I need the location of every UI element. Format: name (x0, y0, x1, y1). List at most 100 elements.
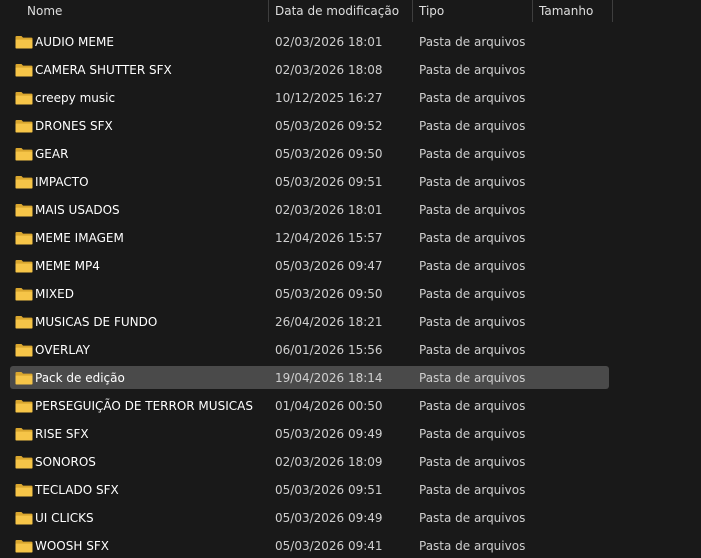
file-list-item[interactable]: MIXED 05/03/2026 09:50 Pasta de arquivos (0, 280, 701, 308)
file-type: Pasta de arquivos (419, 63, 526, 77)
file-date-modified: 05/03/2026 09:50 (275, 147, 383, 161)
folder-icon (15, 428, 33, 441)
file-type: Pasta de arquivos (419, 231, 526, 245)
column-divider-date[interactable] (412, 0, 413, 22)
file-name: WOOSH SFX (35, 539, 109, 553)
file-date-modified: 19/04/2026 18:14 (275, 371, 383, 385)
file-explorer: Nome Data de modificação Tipo Tamanho AU… (0, 0, 701, 558)
file-name: SONOROS (35, 455, 96, 469)
folder-icon (15, 64, 33, 77)
file-name: creepy music (35, 91, 116, 105)
file-type: Pasta de arquivos (419, 287, 526, 301)
file-date-modified: 01/04/2026 00:50 (275, 399, 383, 413)
file-type: Pasta de arquivos (419, 259, 526, 273)
column-header-type[interactable]: Tipo (419, 0, 444, 22)
file-date-modified: 05/03/2026 09:47 (275, 259, 383, 273)
folder-icon (15, 400, 33, 413)
folder-icon (15, 540, 33, 553)
file-date-modified: 02/03/2026 18:01 (275, 35, 383, 49)
file-list: AUDIO MEME 02/03/2026 18:01 Pasta de arq… (0, 28, 701, 558)
file-name: MEME MP4 (35, 259, 100, 273)
file-list-item[interactable]: MAIS USADOS 02/03/2026 18:01 Pasta de ar… (0, 196, 701, 224)
file-date-modified: 05/03/2026 09:41 (275, 539, 383, 553)
file-date-modified: 02/03/2026 18:01 (275, 203, 383, 217)
file-list-item[interactable]: WOOSH SFX 05/03/2026 09:41 Pasta de arqu… (0, 532, 701, 558)
file-date-modified: 02/03/2026 18:08 (275, 63, 383, 77)
folder-icon (15, 288, 33, 301)
column-divider-name[interactable] (268, 0, 269, 22)
file-name: GEAR (35, 147, 69, 161)
file-list-item[interactable]: RISE SFX 05/03/2026 09:49 Pasta de arqui… (0, 420, 701, 448)
folder-icon (15, 512, 33, 525)
file-list-item[interactable]: MEME MP4 05/03/2026 09:47 Pasta de arqui… (0, 252, 701, 280)
folder-icon (15, 120, 33, 133)
file-name: Pack de edição (35, 371, 125, 385)
file-list-item[interactable]: MUSICAS DE FUNDO 26/04/2026 18:21 Pasta … (0, 308, 701, 336)
file-type: Pasta de arquivos (419, 371, 526, 385)
column-header-date[interactable]: Data de modificação (275, 0, 399, 22)
file-type: Pasta de arquivos (419, 511, 526, 525)
column-header-bar: Nome Data de modificação Tipo Tamanho (0, 0, 701, 22)
column-header-name[interactable]: Nome (27, 0, 62, 22)
column-divider-size[interactable] (612, 0, 613, 22)
folder-icon (15, 148, 33, 161)
file-date-modified: 05/03/2026 09:52 (275, 119, 383, 133)
file-list-item[interactable]: DRONES SFX 05/03/2026 09:52 Pasta de arq… (0, 112, 701, 140)
file-date-modified: 06/01/2026 15:56 (275, 343, 383, 357)
file-date-modified: 02/03/2026 18:09 (275, 455, 383, 469)
folder-icon (15, 232, 33, 245)
file-name: TECLADO SFX (35, 483, 119, 497)
file-list-item[interactable]: PERSEGUIÇÃO DE TERROR MUSICAS 01/04/2026… (0, 392, 701, 420)
file-type: Pasta de arquivos (419, 455, 526, 469)
file-name: OVERLAY (35, 343, 90, 357)
file-list-item[interactable]: creepy music 10/12/2025 16:27 Pasta de a… (0, 84, 701, 112)
file-type: Pasta de arquivos (419, 147, 526, 161)
file-name: MUSICAS DE FUNDO (35, 315, 158, 329)
file-list-item[interactable]: MEME IMAGEM 12/04/2026 15:57 Pasta de ar… (0, 224, 701, 252)
file-type: Pasta de arquivos (419, 119, 526, 133)
folder-icon (15, 484, 33, 497)
file-type: Pasta de arquivos (419, 483, 526, 497)
file-type: Pasta de arquivos (419, 203, 526, 217)
file-name: MEME IMAGEM (35, 231, 124, 245)
folder-icon (15, 372, 33, 385)
file-date-modified: 05/03/2026 09:49 (275, 427, 383, 441)
file-type: Pasta de arquivos (419, 91, 526, 105)
file-type: Pasta de arquivos (419, 175, 526, 189)
file-list-item[interactable]: TECLADO SFX 05/03/2026 09:51 Pasta de ar… (0, 476, 701, 504)
file-type: Pasta de arquivos (419, 343, 526, 357)
file-name: AUDIO MEME (35, 35, 114, 49)
column-divider-type[interactable] (532, 0, 533, 22)
file-list-item[interactable]: IMPACTO 05/03/2026 09:51 Pasta de arquiv… (0, 168, 701, 196)
folder-icon (15, 176, 33, 189)
file-list-item[interactable]: GEAR 05/03/2026 09:50 Pasta de arquivos (0, 140, 701, 168)
file-name: UI CLICKS (35, 511, 94, 525)
file-date-modified: 12/04/2026 15:57 (275, 231, 383, 245)
folder-icon (15, 92, 33, 105)
file-list-item[interactable]: CAMERA SHUTTER SFX 02/03/2026 18:08 Past… (0, 56, 701, 84)
sort-up-icon (139, 0, 149, 1)
file-date-modified: 10/12/2025 16:27 (275, 91, 383, 105)
file-date-modified: 05/03/2026 09:51 (275, 175, 383, 189)
file-list-item[interactable]: Pack de edição 19/04/2026 18:14 Pasta de… (0, 364, 701, 392)
file-type: Pasta de arquivos (419, 35, 526, 49)
file-date-modified: 05/03/2026 09:51 (275, 483, 383, 497)
file-name: CAMERA SHUTTER SFX (35, 63, 172, 77)
file-name: MIXED (35, 287, 74, 301)
file-name: DRONES SFX (35, 119, 113, 133)
file-list-item[interactable]: UI CLICKS 05/03/2026 09:49 Pasta de arqu… (0, 504, 701, 532)
folder-icon (15, 344, 33, 357)
file-type: Pasta de arquivos (419, 539, 526, 553)
file-type: Pasta de arquivos (419, 427, 526, 441)
file-list-item[interactable]: AUDIO MEME 02/03/2026 18:01 Pasta de arq… (0, 28, 701, 56)
file-list-item[interactable]: OVERLAY 06/01/2026 15:56 Pasta de arquiv… (0, 336, 701, 364)
file-name: MAIS USADOS (35, 203, 120, 217)
file-type: Pasta de arquivos (419, 399, 526, 413)
file-list-item[interactable]: SONOROS 02/03/2026 18:09 Pasta de arquiv… (0, 448, 701, 476)
folder-icon (15, 204, 33, 217)
folder-icon (15, 316, 33, 329)
file-name: IMPACTO (35, 175, 89, 189)
folder-icon (15, 456, 33, 469)
column-header-size[interactable]: Tamanho (539, 0, 593, 22)
file-type: Pasta de arquivos (419, 315, 526, 329)
